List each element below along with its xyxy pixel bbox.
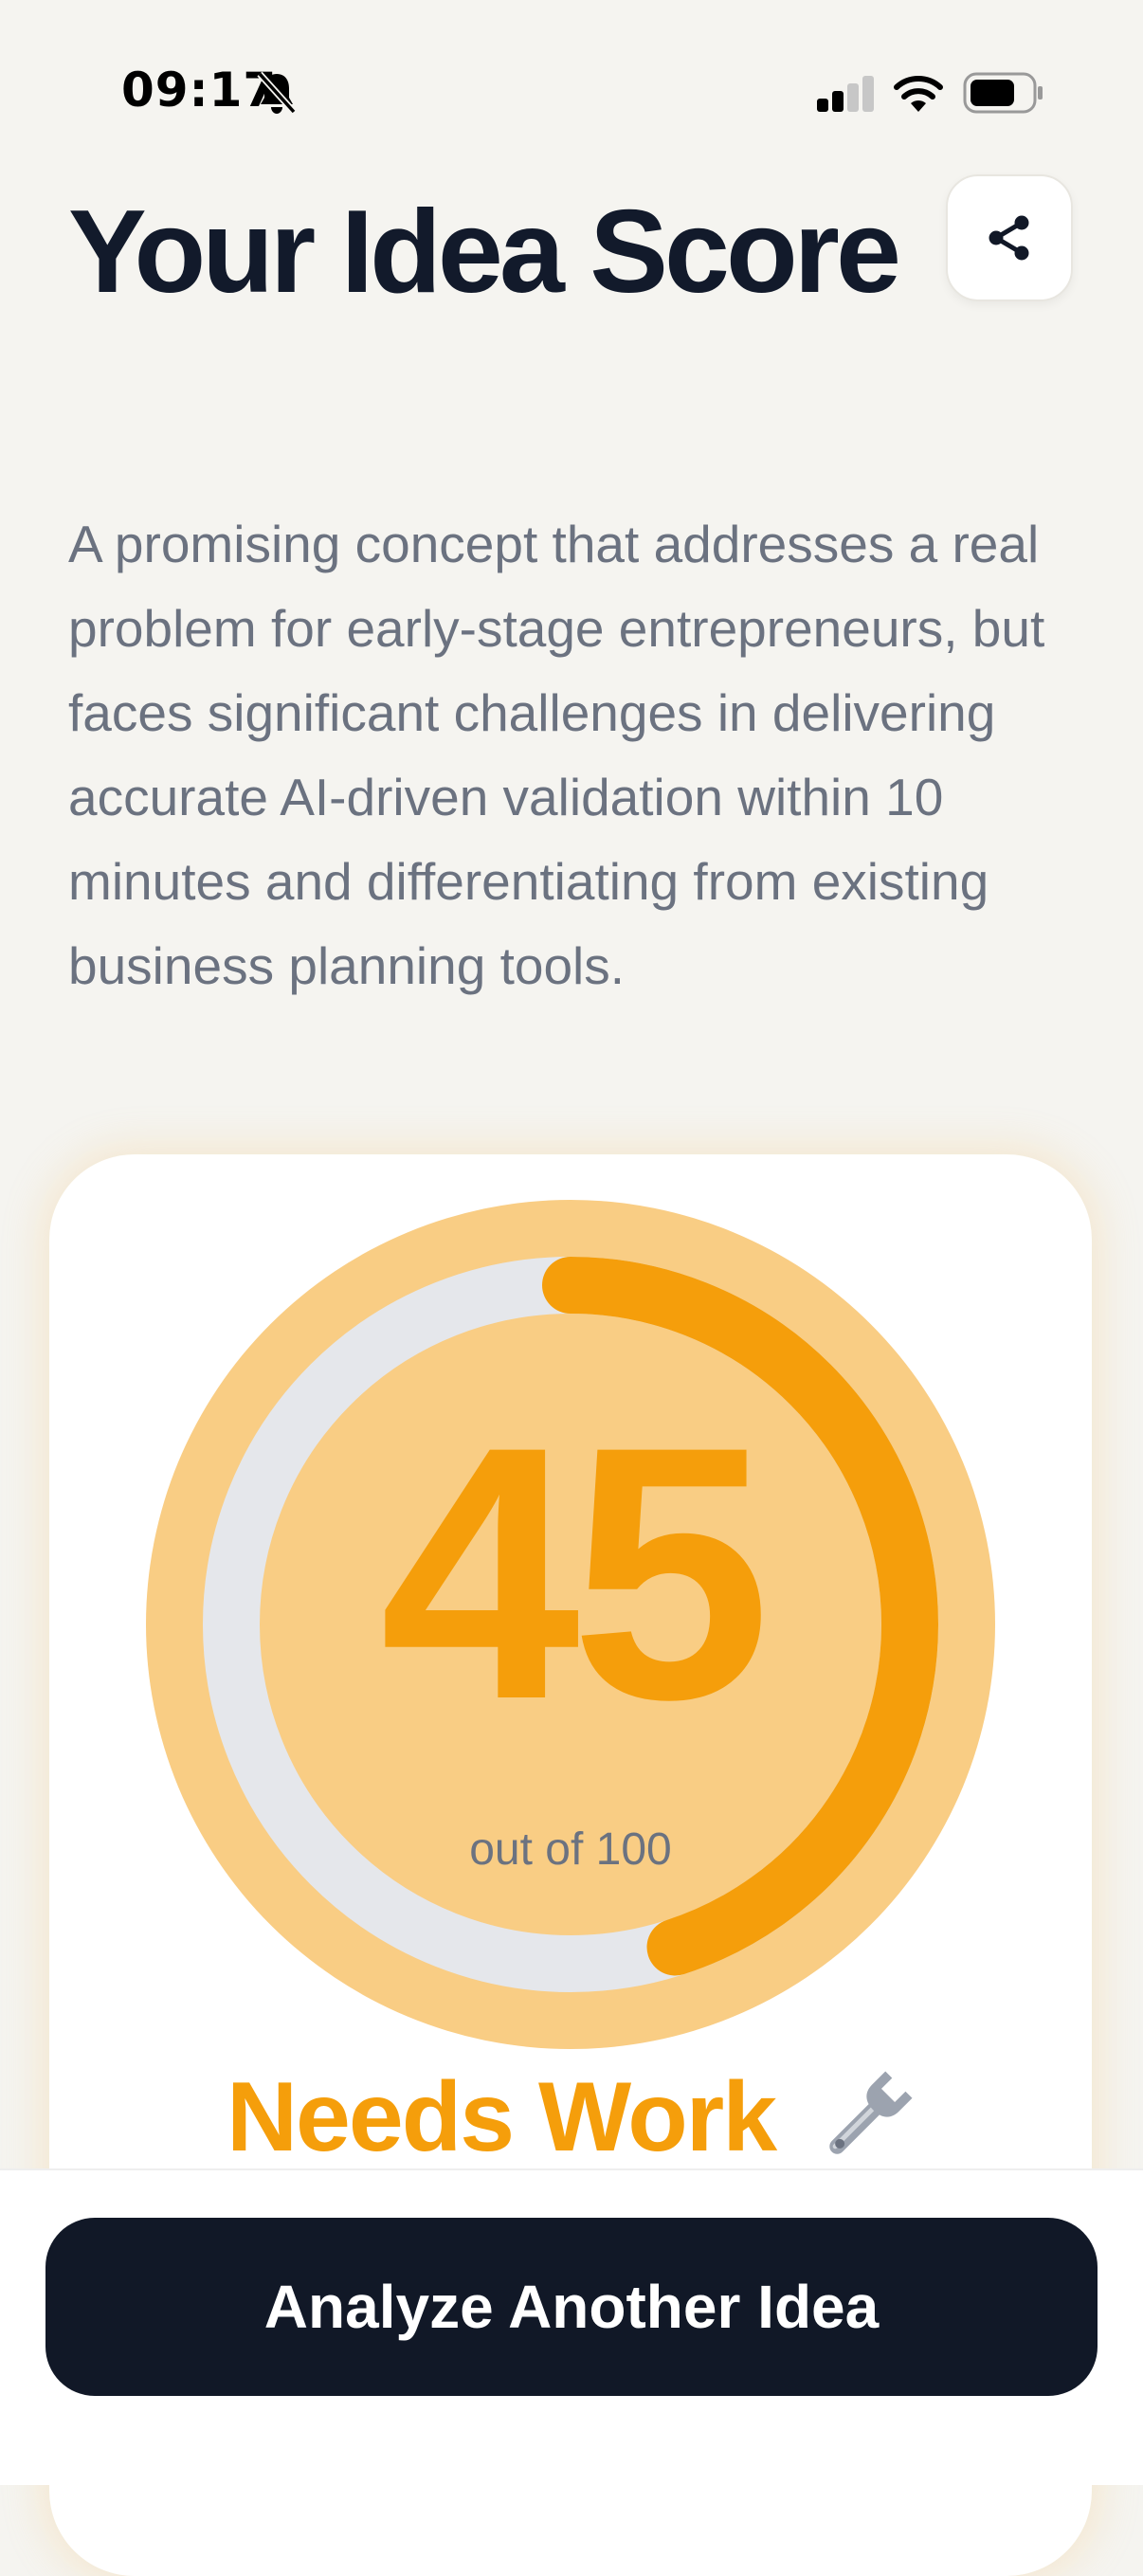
- battery-icon: [963, 72, 1043, 114]
- status-bar: 09:17: [0, 0, 1143, 180]
- share-button[interactable]: [946, 174, 1073, 301]
- bell-off-icon: [257, 71, 297, 115]
- score-caption: out of 100: [469, 1824, 672, 1875]
- page-title: Your Idea Score: [68, 187, 901, 317]
- score-value: 45: [379, 1371, 771, 1774]
- idea-summary: A promising concept that addresses a rea…: [68, 515, 1045, 995]
- cellular-signal-icon: [817, 76, 874, 112]
- score-verdict: Needs Work: [0, 2055, 1143, 2174]
- wrench-icon: [829, 2071, 913, 2154]
- verdict-label: Needs Work: [226, 2062, 777, 2173]
- status-time: 09:17: [121, 63, 278, 118]
- wifi-icon: [894, 76, 943, 112]
- analyze-another-idea-button[interactable]: Analyze Another Idea: [45, 2218, 1098, 2396]
- share-icon: [989, 215, 1029, 261]
